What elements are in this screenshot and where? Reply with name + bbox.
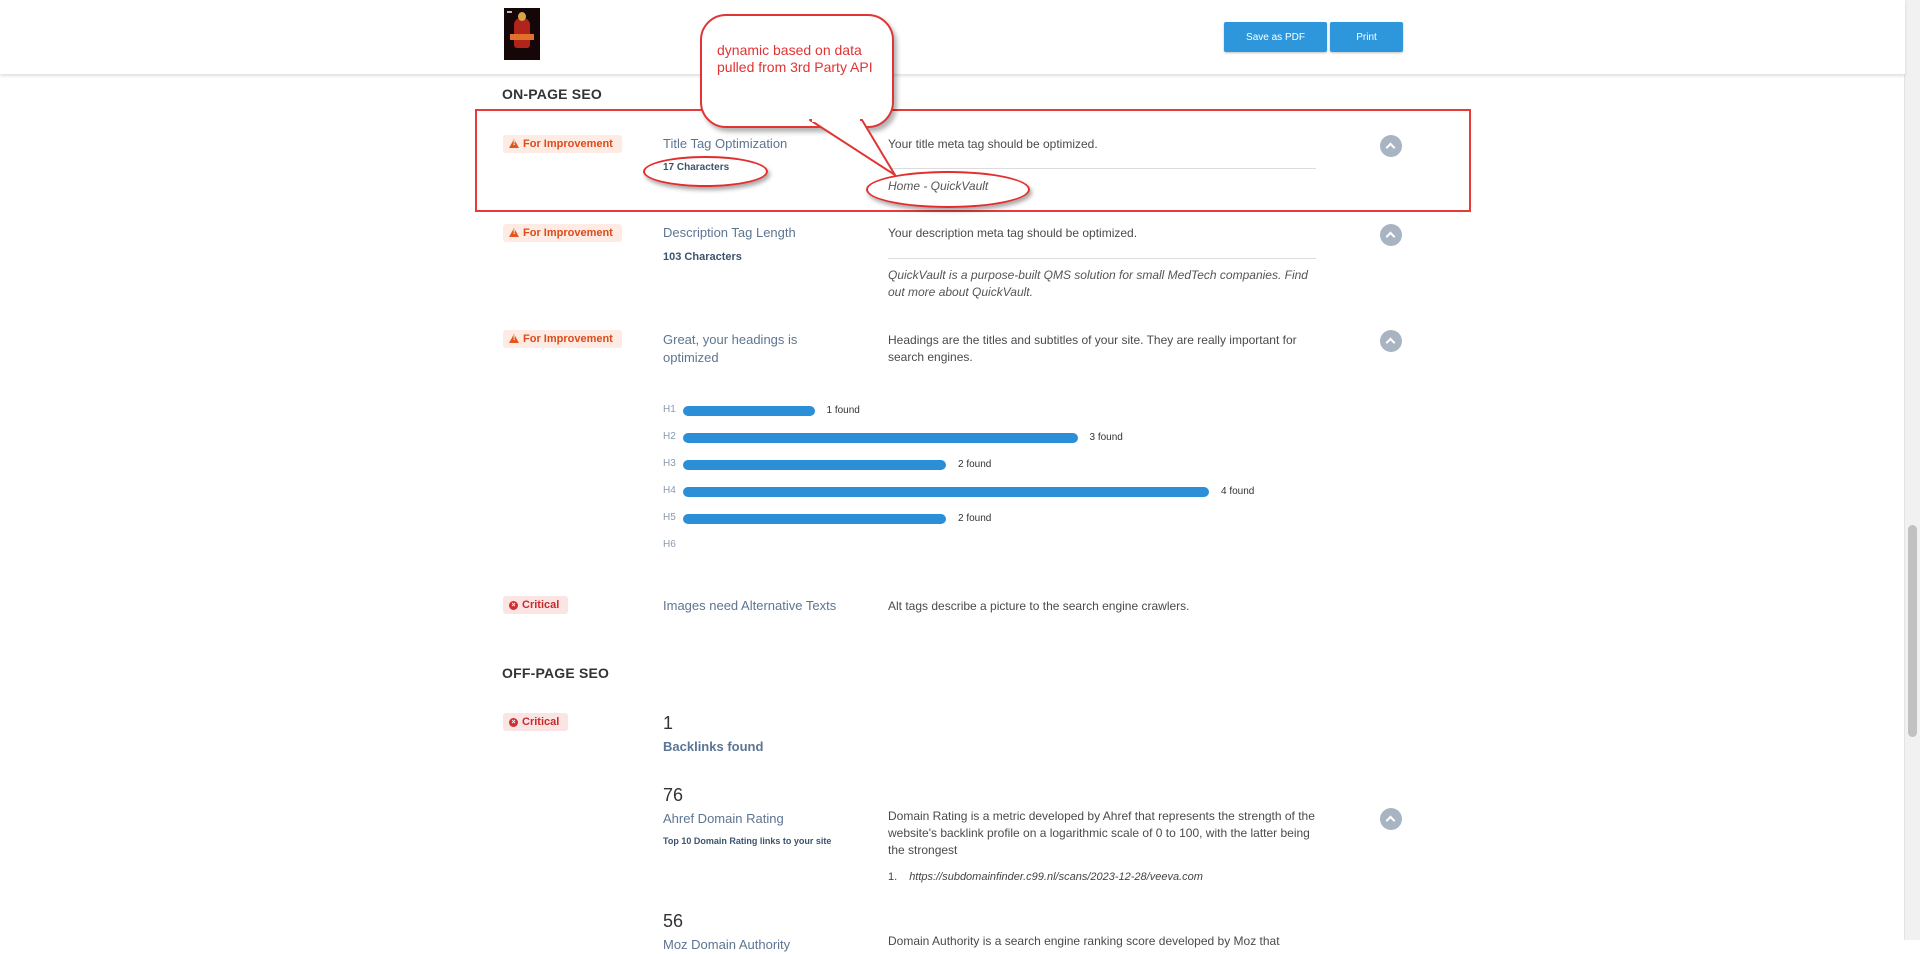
callout-text: dynamic based on data pulled from 3rd Pa… [717,42,873,75]
domain-authority-description: Domain Authority is a search engine rank… [888,934,1280,948]
heading-count-bar [683,514,946,524]
description-tag-heading: Description Tag Length [663,225,796,240]
logo-figure-head [518,12,526,21]
annotation-ellipse-title-value [866,171,1030,208]
domain-rating-heading: Ahref Domain Rating [663,811,784,826]
onpage-section-title: ON-PAGE SEO [502,86,602,102]
heading-level-label: H5 [663,512,676,523]
domain-authority-heading: Moz Domain Authority [663,937,791,952]
critical-x-icon: × [509,601,518,610]
warning-icon [509,228,519,237]
domain-rating-value: 76 [663,785,684,805]
status-badge-improvement: For Improvement [503,224,622,242]
status-badge-critical: × Critical [503,596,569,614]
description-tag-value: QuickVault is a purpose-built QMS soluti… [888,268,1308,299]
heading-count-label: 2 found [958,459,992,470]
badge-label: Critical [522,716,560,728]
backlinks-label: Backlinks found [663,739,764,754]
collapse-chevron-up-icon[interactable] [1380,330,1402,352]
link-number: 1. [888,871,898,883]
status-badge-improvement: For Improvement [503,330,622,348]
heading-count-label: 3 found [1089,432,1123,443]
headings-heading: Great, your headings is optimized [663,332,798,365]
heading-count-bar [683,406,815,416]
heading-count-bar [683,433,1078,443]
page-scrollbar[interactable] [1904,0,1920,940]
headings-description: Headings are the titles and subtitles of… [888,333,1297,364]
offpage-section-title: OFF-PAGE SEO [502,665,610,681]
heading-count-bar [683,460,946,470]
annotation-ellipse-characters [643,156,768,187]
heading-count-label: 1 found [826,405,860,416]
heading-count-label: 4 found [1221,486,1255,497]
logo-figure-accent [510,34,534,40]
heading-level-label: H3 [663,458,676,469]
scrollbar-thumb[interactable] [1908,525,1917,737]
save-as-pdf-button[interactable]: Save as PDF [1224,22,1327,52]
heading-count-bar [683,487,1209,497]
alt-text-description: Alt tags describe a picture to the searc… [888,599,1190,613]
badge-label: Critical [522,599,560,611]
critical-x-icon: × [509,718,518,727]
warning-icon [509,334,519,343]
collapse-chevron-up-icon[interactable] [1380,808,1402,830]
heading-level-label: H6 [663,539,676,550]
badge-label: For Improvement [523,227,613,239]
top-bar: Save as PDF Print [0,0,1905,74]
domain-rating-sub: Top 10 Domain Rating links to your site [663,836,832,846]
heading-level-label: H2 [663,431,676,442]
heading-level-label: H1 [663,404,676,415]
heading-count-label: 2 found [958,513,992,524]
site-logo[interactable] [504,8,540,60]
collapse-chevron-up-icon[interactable] [1380,224,1402,246]
divider [888,258,1316,259]
print-button[interactable]: Print [1330,22,1403,52]
logo-detail [507,11,512,13]
description-tag-description: Your description meta tag should be opti… [888,226,1138,240]
badge-label: For Improvement [523,333,613,345]
heading-level-label: H4 [663,485,676,496]
logo-figure-body [514,18,530,48]
backlinks-count: 1 [663,713,674,733]
domain-rating-description: Domain Rating is a metric developed by A… [888,809,1315,857]
status-badge-critical: × Critical [503,713,569,731]
domain-rating-link[interactable]: 1. https://subdomainfinder.c99.nl/scans/2… [888,871,1203,883]
alt-text-heading: Images need Alternative Texts [663,598,837,613]
description-tag-length: 103 Characters [663,251,742,263]
link-url[interactable]: https://subdomainfinder.c99.nl/scans/202… [909,871,1203,883]
annotation-callout: dynamic based on data pulled from 3rd Pa… [700,14,894,128]
domain-authority-value: 56 [663,911,684,931]
